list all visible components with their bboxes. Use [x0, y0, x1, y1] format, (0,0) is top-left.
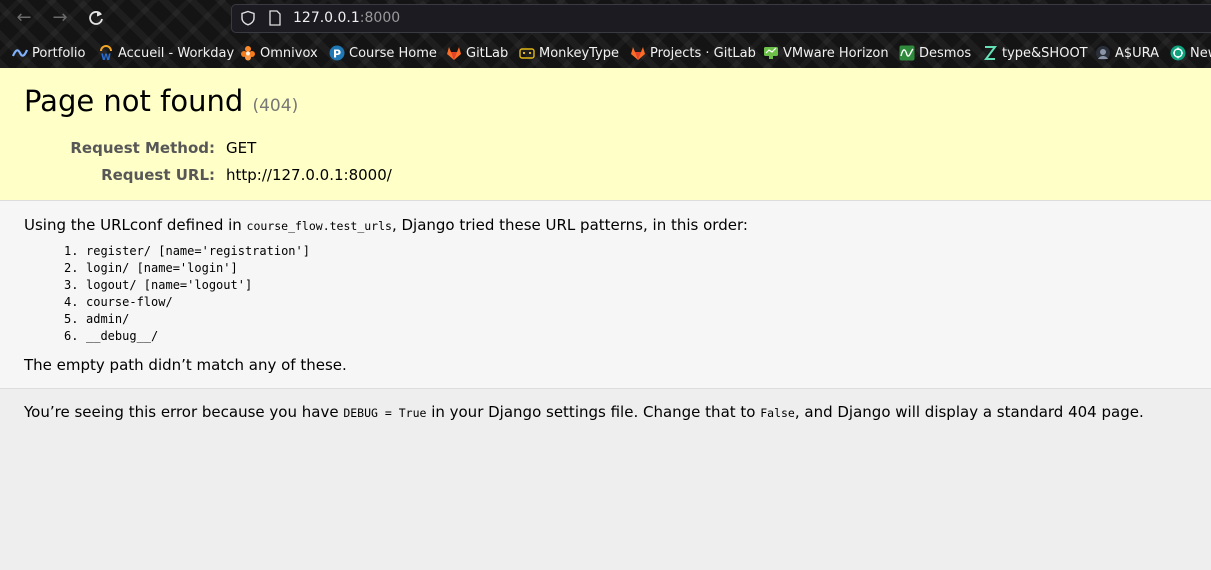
workday-icon: W [100, 45, 112, 61]
request-url-value: http://127.0.0.1:8000/ [226, 166, 392, 184]
bookmark-workday[interactable]: W Accueil - Workday [98, 42, 234, 64]
svg-text:W: W [101, 53, 111, 61]
shield-icon[interactable] [240, 10, 256, 26]
request-method-row: Request Method: GET [24, 139, 624, 161]
request-method-value: GET [226, 139, 257, 157]
omnivox-icon [241, 46, 255, 61]
back-arrow-icon[interactable]: ← [12, 6, 36, 30]
bookmark-course-home[interactable]: P Course Home [329, 42, 437, 64]
url-pattern-item: 3. logout/ [name='logout'] [64, 278, 253, 292]
bookmark-new[interactable]: New [1170, 42, 1211, 64]
url-text[interactable]: 127.0.0.1:8000 [293, 10, 400, 26]
gitlab-icon [631, 47, 645, 60]
no-match-message: The empty path didn’t match any of these… [24, 356, 347, 374]
status-code: (404) [252, 96, 299, 116]
bookmark-type-shoot[interactable]: type&SHOOT [982, 42, 1088, 64]
url-patterns-info: Using the URLconf defined in course_flow… [0, 201, 1211, 389]
portfolio-icon [12, 49, 28, 57]
bookmark-vmware-horizon[interactable]: VMware Horizon [763, 42, 889, 64]
bookmark-gitlab[interactable]: GitLab [446, 42, 508, 64]
url-pattern-item: 2. login/ [name='login'] [64, 261, 238, 275]
address-bar[interactable]: 127.0.0.1:8000 [231, 4, 1211, 33]
page-title: Page not found (404) [24, 84, 299, 118]
pearson-icon: P [329, 45, 345, 61]
chatgpt-icon [1170, 45, 1186, 61]
bookmark-projects-gitlab[interactable]: Projects · GitLab [630, 42, 756, 64]
request-url-label: Request URL: [101, 166, 215, 184]
bookmarks-bar: Portfolio W Accueil - Workday Omnivox P … [0, 42, 1211, 64]
bookmark-asura[interactable]: A$URA [1095, 42, 1159, 64]
url-pattern-item: 4. course-flow/ [64, 295, 173, 309]
bookmark-monkeytype[interactable]: MonkeyType [519, 42, 619, 64]
desmos-icon [899, 45, 915, 61]
url-pattern-list: 1. register/ [name='registration'] 2. logi… [64, 244, 310, 346]
urlconf-intro: Using the URLconf defined in course_flow… [24, 216, 748, 234]
request-url-row: Request URL: http://127.0.0.1:8000/ [24, 166, 624, 188]
page-info-icon[interactable] [268, 10, 282, 26]
url-pattern-item: 5. admin/ [64, 312, 130, 326]
url-pattern-item: 1. register/ [name='registration'] [64, 244, 310, 258]
asura-icon [1096, 46, 1110, 60]
forward-arrow-icon[interactable]: → [48, 6, 72, 30]
bookmark-desmos[interactable]: Desmos [899, 42, 971, 64]
vmware-horizon-icon [764, 47, 778, 59]
request-method-label: Request Method: [70, 139, 215, 157]
debug-setting-code: DEBUG = True [343, 406, 427, 420]
debug-explanation: You’re seeing this error because you hav… [24, 403, 1144, 421]
bookmark-omnivox[interactable]: Omnivox [240, 42, 318, 64]
false-code: False [760, 406, 795, 420]
svg-text:P: P [333, 48, 341, 61]
url-pattern-item: 6. __debug__/ [64, 329, 159, 343]
gitlab-icon [447, 47, 461, 60]
monkeytype-icon [519, 48, 535, 59]
typeshoot-icon [984, 46, 997, 60]
browser-toolbar: ← → 127.0.0.1:8000 Portfolio W Accueil -… [0, 0, 1211, 68]
urlconf-name: course_flow.test_urls [246, 219, 392, 233]
reload-icon[interactable] [84, 6, 108, 30]
error-summary: Page not found (404) Request Method: GET… [0, 68, 1211, 201]
bookmark-portfolio[interactable]: Portfolio [12, 42, 85, 64]
